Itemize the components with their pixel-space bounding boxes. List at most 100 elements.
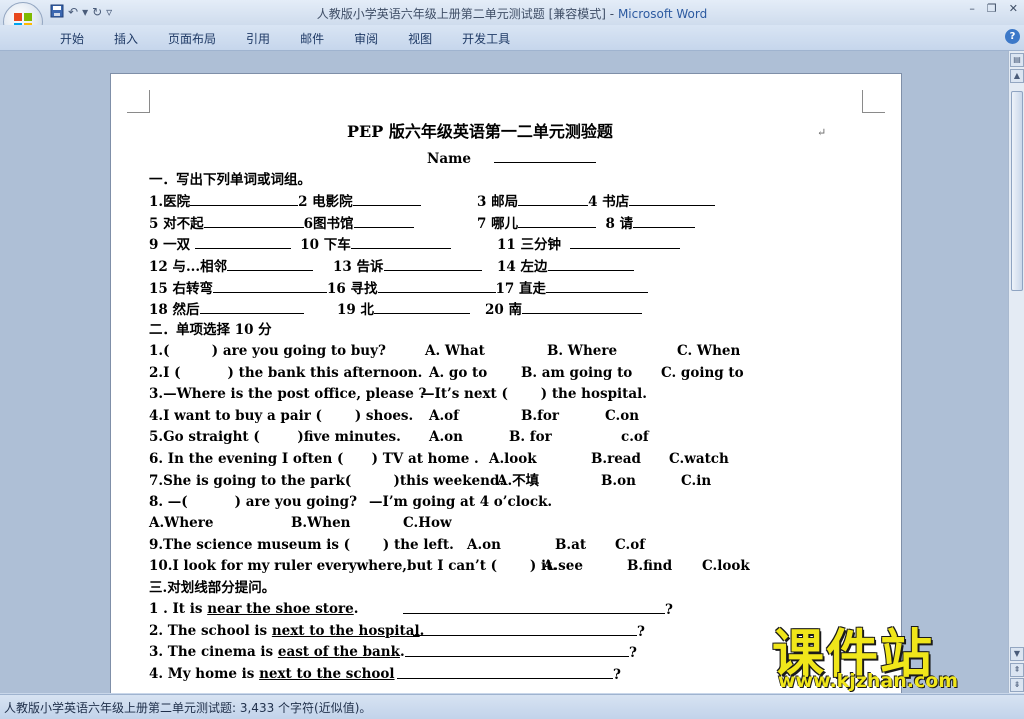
- rewrite-1: 1 . It is near the shoe store.: [149, 601, 359, 617]
- help-icon[interactable]: ?: [1005, 29, 1020, 44]
- name-field-blank[interactable]: [494, 148, 597, 163]
- question-10-opt-b: B.find: [627, 558, 673, 574]
- tab-review[interactable]: 审阅: [354, 30, 378, 47]
- quick-access-toolbar: ↶ ▾ ↻ ▿: [50, 4, 112, 20]
- vocab-row-6b: 19 北: [337, 299, 470, 319]
- rewrite-3: 3. The cinema is east of the bank.: [149, 644, 405, 660]
- question-8-opt-b: B.When: [291, 515, 351, 531]
- question-10: 10.I look for my ruler everywhere,but I …: [149, 558, 558, 574]
- question-7-opt-c: C.in: [681, 473, 712, 489]
- question-3: 3.—Where is the post office, please ?: [149, 386, 427, 402]
- save-icon[interactable]: [50, 4, 64, 21]
- window-title: 人教版小学英语六年级上册第二单元测试题 [兼容模式] - Microsoft W…: [316, 7, 708, 21]
- question-9-opt-b: B.at: [555, 537, 587, 553]
- rewrite-2: 2. The school is next to the hospital.: [149, 623, 425, 639]
- question-10-opt-c: C.look: [702, 558, 750, 574]
- section-1-heading: 一．写出下列单词或词组。: [149, 172, 311, 188]
- rewrite-4: 4. My home is next to the school: [149, 666, 395, 682]
- question-8-opt-c: C.How: [403, 515, 452, 531]
- question-3-answer: —It’s next ( ) the hospital.: [421, 386, 647, 402]
- tab-developer[interactable]: 开发工具: [462, 30, 510, 47]
- tab-insert[interactable]: 插入: [114, 30, 138, 47]
- question-10-opt-a: A.see: [543, 558, 583, 574]
- rewrite-4-blank[interactable]: ?: [397, 664, 621, 684]
- tab-references[interactable]: 引用: [246, 30, 270, 47]
- ruler-toggle-icon[interactable]: ▤: [1010, 53, 1024, 67]
- question-4-opt-c: C.on: [605, 408, 640, 424]
- tab-home[interactable]: 开始: [60, 30, 84, 47]
- rewrite-1-blank[interactable]: ?: [403, 599, 673, 619]
- document-workspace: PEP 版六年级英语第一二单元测验题 ↵ Name 一．写出下列单词或词组。 1…: [0, 51, 1008, 693]
- question-7-opt-a: A.不填: [497, 473, 540, 489]
- document-page[interactable]: PEP 版六年级英语第一二单元测验题 ↵ Name 一．写出下列单词或词组。 1…: [110, 73, 902, 693]
- window-controls: – ❐ ✕: [969, 2, 1018, 15]
- rewrite-3-blank[interactable]: ?: [405, 642, 637, 662]
- undo-dropdown-icon[interactable]: ▾: [82, 5, 88, 19]
- question-5: 5.Go straight ( )five minutes.: [149, 429, 401, 445]
- tab-page-layout[interactable]: 页面布局: [168, 30, 216, 47]
- tab-mailings[interactable]: 邮件: [300, 30, 324, 47]
- vocab-row-4c: 14 左边: [497, 256, 634, 276]
- question-6-opt-c: C.watch: [669, 451, 729, 467]
- question-5-opt-a: A.on: [429, 429, 463, 445]
- question-6-opt-a: A.look: [489, 451, 537, 467]
- minimize-icon[interactable]: –: [969, 2, 975, 15]
- vocab-row-3b: 11 三分钟: [497, 234, 681, 254]
- question-8-opt-a: A.Where: [149, 515, 214, 531]
- question-2-opt-c: C. going to: [661, 365, 744, 381]
- undo-icon[interactable]: ↶: [68, 5, 78, 19]
- question-2: 2.I ( ) the bank this afternoon.: [149, 365, 423, 381]
- section-3-heading: 三.对划线部分提问。: [149, 580, 276, 596]
- vocab-row-5: 15 右转弯 16 寻找 17 直走: [149, 278, 648, 298]
- question-5-opt-c: c.of: [621, 429, 649, 445]
- vocab-row-6: 18 然后: [149, 299, 304, 319]
- question-5-opt-b: B. for: [509, 429, 552, 445]
- question-1: 1.( ) are you going to buy?: [149, 343, 386, 359]
- question-6: 6. In the evening I often ( ) TV at home…: [149, 451, 479, 467]
- question-4-opt-b: B.for: [521, 408, 560, 424]
- watermark-url: www.kjzhan.com: [778, 670, 959, 692]
- scroll-up-icon[interactable]: ▲: [1010, 69, 1024, 83]
- redo-icon[interactable]: ↻: [92, 5, 102, 19]
- question-1-opt-b: B. Where: [547, 343, 618, 359]
- site-watermark: 课件站 www.kjzhan.com: [772, 612, 1022, 696]
- question-1-opt-a: A. What: [425, 343, 485, 359]
- title-bar: 人教版小学英语六年级上册第二单元测试题 [兼容模式] - Microsoft W…: [0, 0, 1024, 25]
- question-7: 7.She is going to the park( )this weeken…: [149, 473, 505, 489]
- customize-toolbar-icon[interactable]: ▿: [106, 5, 112, 19]
- question-2-opt-a: A. go to: [429, 365, 488, 381]
- question-1-opt-c: C. When: [677, 343, 741, 359]
- question-6-opt-b: B.read: [591, 451, 641, 467]
- question-9-opt-c: C.of: [615, 537, 646, 553]
- margin-mark-top-left: [127, 90, 150, 113]
- question-7-opt-b: B.on: [601, 473, 636, 489]
- vocab-row-4b: 13 告诉: [333, 256, 482, 276]
- vocab-row-4: 12 与...相邻: [149, 256, 314, 276]
- ribbon-tabs: 开始 插入 页面布局 引用 邮件 审阅 视图 开发工具: [60, 30, 540, 47]
- margin-mark-top-right: [862, 90, 885, 113]
- close-icon[interactable]: ✕: [1009, 2, 1018, 15]
- section-2-heading: 二．单项选择 10 分: [149, 322, 272, 338]
- question-2-opt-b: B. am going to: [521, 365, 633, 381]
- status-text: 人教版小学英语六年级上册第二单元测试题: 3,433 个字符(近似值)。: [4, 701, 372, 715]
- vocab-row-1: 1.医院 2 电影院: [149, 191, 421, 211]
- vertical-scrollbar[interactable]: ▤ ▲ ▼ ⇞ ⇟: [1008, 51, 1024, 693]
- document-title: PEP 版六年级英语第一二单元测验题: [347, 122, 613, 141]
- question-9-opt-a: A.on: [467, 537, 501, 553]
- vocab-row-1b: 3 邮局 4 书店: [477, 191, 716, 211]
- question-8-answer: —I’m going at 4 o’clock.: [369, 494, 553, 510]
- vocab-row-6c: 20 南: [485, 299, 642, 319]
- paragraph-mark-icon: ↵: [817, 126, 827, 139]
- question-4-opt-a: A.of: [429, 408, 459, 424]
- vocab-row-2b: 7 哪儿 8 请: [477, 213, 696, 233]
- vocab-row-3: 9 一双 10 下车: [149, 234, 451, 254]
- question-8: 8. —( ) are you going?: [149, 494, 358, 510]
- ribbon: 开始 插入 页面布局 引用 邮件 审阅 视图 开发工具 ?: [0, 25, 1024, 51]
- question-9: 9.The science museum is ( ) the left.: [149, 537, 454, 553]
- vocab-row-2: 5 对不起 6图书馆: [149, 213, 414, 233]
- tab-view[interactable]: 视图: [408, 30, 432, 47]
- scrollbar-thumb[interactable]: [1011, 91, 1023, 291]
- rewrite-2-blank[interactable]: ?: [413, 621, 645, 641]
- status-bar: 人教版小学英语六年级上册第二单元测试题: 3,433 个字符(近似值)。: [0, 694, 1024, 719]
- restore-icon[interactable]: ❐: [987, 2, 997, 15]
